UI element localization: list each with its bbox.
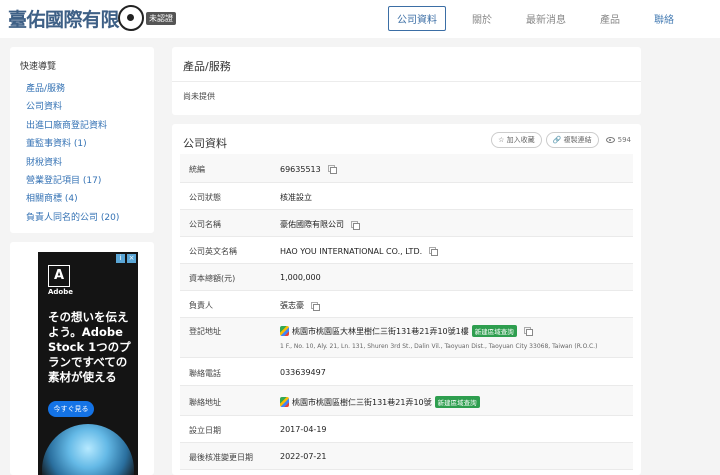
english-name-value: HAO YOU INTERNATIONAL CO., LTD. [280, 246, 423, 256]
copy-icon[interactable] [310, 301, 320, 311]
copy-icon[interactable] [428, 246, 439, 256]
products-title: 產品/服務 [183, 60, 231, 73]
row-label: 統編 [189, 165, 205, 174]
sidebar-item-trademarks[interactable]: 相關商標 (4) [26, 190, 144, 208]
table-row: 登記地址 桃園市桃園區大林里樹仁三街131巷21弄10號1樓 新建區域查詢 1 F… [180, 318, 633, 358]
nearby-search-badge[interactable]: 新建區域查詢 [434, 396, 480, 408]
ad-info-icon[interactable]: i [116, 254, 125, 263]
row-value: HAO YOU INTERNATIONAL CO., LTD. [280, 246, 439, 256]
status-value: 核准設立 [280, 193, 312, 202]
tax-id-value: 69635513 [280, 164, 321, 174]
table-row: 公司狀態 核准設立 [180, 183, 633, 210]
sidebar-item-business-items[interactable]: 營業登記項目 (17) [26, 172, 144, 190]
sidebar-item-products[interactable]: 產品/服務 [26, 80, 144, 98]
row-label: 設立日期 [189, 426, 221, 435]
row-label: 負責人 [189, 301, 213, 310]
row-value: 桃園市桃園區大林里樹仁三街131巷21弄10號1樓 新建區域查詢 [280, 325, 533, 337]
company-name-value: 豪佑國際有限公司 [280, 220, 344, 229]
products-card: 產品/服務 尚未提供 [172, 47, 641, 115]
ad-close-icon[interactable]: × [127, 254, 136, 263]
row-label: 最後核准變更日期 [189, 453, 253, 462]
company-info-card: 公司資料 ☆ 加入收藏 🔗 複製連結 594 統編 69635513 公司狀態 … [172, 124, 641, 475]
eye-icon [605, 137, 615, 143]
row-value: 69635513 [280, 164, 337, 174]
row-label: 資本總額(元) [189, 274, 236, 283]
registered-address-value: 桃園市桃園區大林里樹仁三街131巷21弄10號1樓 [292, 326, 469, 336]
products-body: 尚未提供 [183, 92, 215, 101]
add-favorite-button[interactable]: ☆ 加入收藏 [491, 132, 542, 148]
sidebar-item-company-info[interactable]: 公司資料 [26, 98, 144, 116]
table-row: 聯絡電話 033639497 [180, 358, 633, 386]
row-label: 公司狀態 [189, 193, 221, 202]
last-change-date-value: 2022-07-21 [280, 452, 327, 461]
nav-contact[interactable]: 聯絡 [646, 7, 682, 30]
registered-address-english: 1 F., No. 10, Aly. 21, Ln. 131, Shuren 3… [280, 343, 598, 350]
adobe-logo-icon: A [48, 265, 70, 287]
table-row: 公司名稱 豪佑國際有限公司 [180, 210, 633, 237]
map-pin-icon[interactable] [280, 326, 289, 336]
sidebar-item-same-owner[interactable]: 負責人同名的公司 (20) [26, 209, 144, 227]
ad-artwork [42, 424, 134, 475]
link-icon: 🔗 [552, 136, 564, 144]
copy-icon[interactable] [327, 164, 337, 174]
row-label: 聯絡電話 [189, 369, 221, 378]
map-pin-icon[interactable] [280, 397, 289, 407]
company-info-title: 公司資料 [183, 137, 227, 150]
table-row: 最後核准變更日期 2022-07-21 [180, 443, 633, 470]
row-value: 張志豪 [280, 300, 320, 311]
company-info-table: 統編 69635513 公司狀態 核准設立 公司名稱 豪佑國際有限公司 公司英文… [180, 154, 633, 470]
row-value: 桃園市桃園區樹仁三街131巷21弄10號 新建區域查詢 [280, 396, 480, 408]
copy-icon[interactable] [523, 326, 533, 336]
sidebar-item-import-export[interactable]: 出進口廠商登記資料 [26, 117, 144, 135]
row-label: 公司名稱 [189, 220, 221, 229]
sidebar-item-tax[interactable]: 財稅資料 [26, 154, 144, 172]
ad-panel: i × A Adobe その想いを伝えよう。Adobe Stock 1つのプラン… [10, 242, 154, 475]
quick-nav-sidebar: 快速導覽 產品/服務 公司資料 出進口廠商登記資料 董監事資料 (1) 財稅資料… [10, 47, 154, 233]
row-label: 登記地址 [189, 327, 221, 336]
copy-link-label: 複製連結 [563, 136, 592, 144]
capital-value: 1,000,000 [280, 273, 321, 282]
table-row: 設立日期 2017-04-19 [180, 416, 633, 443]
view-count: 594 [605, 136, 631, 144]
ad-brand: Adobe [48, 288, 73, 296]
logo-text: 臺佑國際有限公司 [8, 8, 120, 31]
sidebar-item-directors[interactable]: 董監事資料 (1) [26, 135, 144, 153]
ad-choices: i × [116, 254, 136, 263]
owner-value: 張志豪 [280, 301, 304, 310]
site-logo[interactable]: 臺佑國際有限公司 未認證 [8, 4, 176, 32]
view-count-value: 594 [617, 136, 631, 144]
sidebar-title: 快速導覽 [20, 62, 57, 72]
divider [172, 81, 641, 82]
top-bar: 臺佑國際有限公司 未認證 公司資料 關於 最新消息 產品 聯絡 [0, 0, 720, 38]
logo-badge: 未認證 [146, 11, 176, 25]
nav-about[interactable]: 關於 [464, 7, 500, 30]
table-row: 資本總額(元) 1,000,000 [180, 264, 633, 291]
ad-copy: その想いを伝えよう。Adobe Stock 1つのプランですべての素材が使える [48, 310, 131, 384]
row-label: 公司英文名稱 [189, 247, 237, 256]
row-value: 豪佑國際有限公司 [280, 219, 360, 230]
nav-products[interactable]: 產品 [592, 7, 628, 30]
phone-value: 033639497 [280, 368, 326, 377]
contact-address-value: 桃園市桃園區樹仁三街131巷21弄10號 [292, 397, 432, 407]
table-row: 統編 69635513 [180, 154, 633, 183]
logo-mark-icon [118, 5, 144, 31]
founded-date-value: 2017-04-19 [280, 425, 327, 434]
top-nav: 公司資料 關於 最新消息 產品 聯絡 [388, 6, 682, 31]
table-row: 聯絡地址 桃園市桃園區樹仁三街131巷21弄10號 新建區域查詢 [180, 386, 633, 416]
copy-link-button[interactable]: 🔗 複製連結 [545, 132, 599, 148]
table-row: 負責人 張志豪 [180, 291, 633, 318]
row-label: 聯絡地址 [189, 398, 221, 407]
nearby-search-badge[interactable]: 新建區域查詢 [471, 325, 517, 337]
adobe-ad-banner[interactable]: i × A Adobe その想いを伝えよう。Adobe Stock 1つのプラン… [38, 252, 138, 475]
copy-icon[interactable] [350, 220, 360, 230]
nav-news[interactable]: 最新消息 [518, 7, 574, 30]
nav-company-info[interactable]: 公司資料 [388, 6, 446, 31]
card-actions: ☆ 加入收藏 🔗 複製連結 594 [491, 132, 631, 148]
ad-cta-button[interactable]: 今すぐ見る [48, 401, 94, 417]
table-row: 公司英文名稱 HAO YOU INTERNATIONAL CO., LTD. [180, 237, 633, 264]
